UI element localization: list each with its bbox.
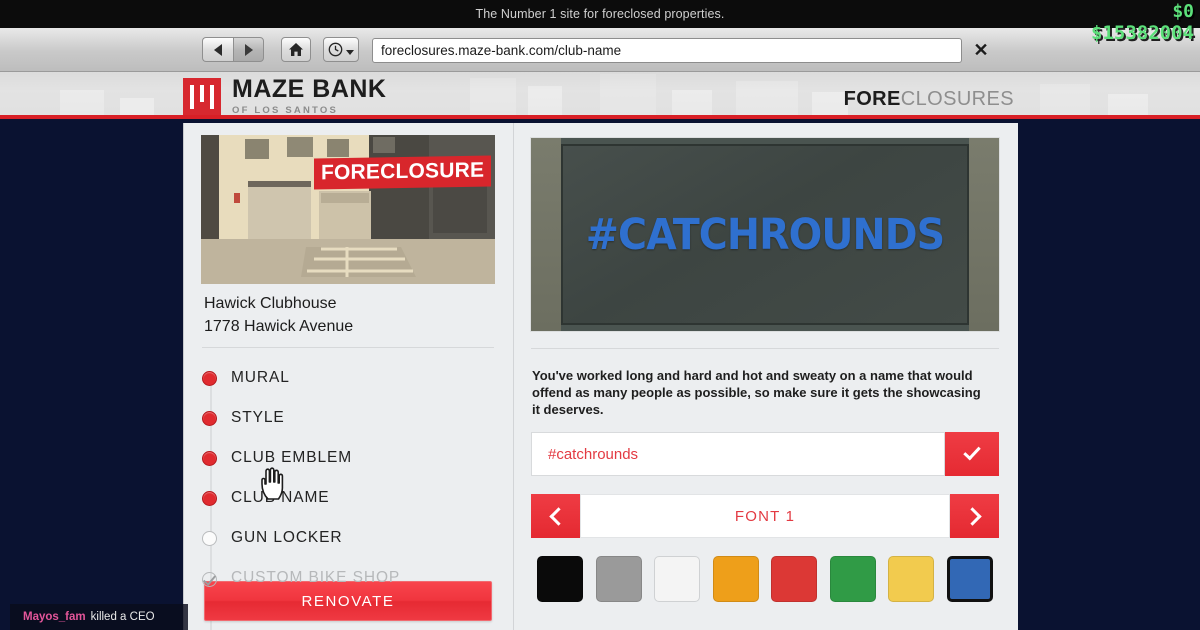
section-title-light: CLOSURES bbox=[900, 88, 1014, 110]
back-button[interactable] bbox=[202, 37, 233, 62]
property-address: 1778 Hawick Avenue bbox=[204, 318, 354, 335]
swatch-cell bbox=[882, 556, 941, 602]
checkmark-icon bbox=[963, 442, 981, 461]
chevron-down-icon bbox=[346, 49, 354, 55]
color-swatch-blue[interactable] bbox=[946, 556, 993, 602]
forward-button[interactable] bbox=[233, 37, 264, 62]
property-title: Hawick Clubhouse bbox=[204, 295, 337, 312]
radio-filled-icon bbox=[202, 450, 217, 466]
confirm-name-button[interactable] bbox=[945, 432, 999, 476]
club-name-input[interactable]: #catchrounds bbox=[531, 432, 945, 476]
option-club-emblem[interactable]: CLUB EMBLEM bbox=[202, 438, 502, 478]
property-panel: FORECLOSURE Hawick Clubhouse 1778 Hawick… bbox=[184, 123, 514, 630]
header-accent-line bbox=[0, 115, 1200, 119]
maze-bank-mark-inner bbox=[190, 84, 214, 109]
maze-bank-mark-icon bbox=[183, 77, 221, 116]
option-label: STYLE bbox=[231, 409, 285, 426]
mural-preview: #CATCHROUNDS bbox=[530, 137, 1000, 332]
divider bbox=[202, 347, 494, 348]
option-label: CUSTOM BIKE SHOP bbox=[231, 569, 401, 586]
color-swatch-black[interactable] bbox=[537, 556, 584, 602]
swatch-cell bbox=[765, 556, 824, 602]
option-mural[interactable]: MURAL bbox=[202, 358, 502, 398]
radio-empty-icon bbox=[202, 530, 217, 546]
swatch-cell bbox=[531, 556, 590, 602]
close-icon[interactable]: ✕ bbox=[966, 38, 996, 63]
radio-filled-icon bbox=[202, 410, 217, 426]
club-name-row: #catchrounds bbox=[531, 432, 999, 476]
section-title-bold: FORE bbox=[843, 88, 901, 110]
editor-description: You've worked long and hard and hot and … bbox=[532, 368, 981, 417]
swatch-cell bbox=[590, 556, 649, 602]
history-button[interactable] bbox=[323, 37, 359, 62]
game-screen: The Number 1 site for foreclosed propert… bbox=[0, 0, 1200, 630]
option-gun-locker[interactable]: GUN LOCKER bbox=[202, 518, 502, 558]
option-club-name[interactable]: CLUB NAME bbox=[202, 478, 502, 518]
option-custom-bike-shop[interactable]: CUSTOM BIKE SHOP bbox=[202, 558, 502, 598]
killfeed-player-name: Mayos_fam bbox=[23, 611, 86, 623]
home-button[interactable] bbox=[281, 37, 311, 62]
killfeed-action-text: killed a CEO bbox=[90, 611, 155, 623]
back-arrow-icon bbox=[214, 43, 222, 56]
option-label: MURAL bbox=[231, 369, 290, 386]
swatch-cell bbox=[824, 556, 883, 602]
color-swatch-orange[interactable] bbox=[712, 556, 759, 602]
color-swatch-yellow[interactable] bbox=[888, 556, 935, 602]
section-title: FORECLOSURES bbox=[844, 88, 1014, 111]
editor-panel: #CATCHROUNDS You've worked long and hard… bbox=[515, 123, 1018, 630]
swatch-cell bbox=[941, 556, 1000, 602]
radio-filled-icon bbox=[202, 490, 217, 506]
option-label: CLUB EMBLEM bbox=[231, 449, 353, 466]
check-circle-icon bbox=[202, 571, 217, 587]
site-tagline-bar: The Number 1 site for foreclosed propert… bbox=[0, 0, 1200, 28]
page-content: FORECLOSURE Hawick Clubhouse 1778 Hawick… bbox=[183, 123, 1018, 630]
mural-club-name-text: #CATCHROUNDS bbox=[585, 209, 945, 260]
browser-nav-group bbox=[202, 37, 264, 62]
divider bbox=[531, 348, 999, 349]
option-label: GUN LOCKER bbox=[231, 529, 343, 546]
maze-bank-logo[interactable]: MAZE BANK OF LOS SANTOS bbox=[183, 77, 387, 116]
site-tagline: The Number 1 site for foreclosed propert… bbox=[475, 7, 725, 21]
site-header: MAZE BANK OF LOS SANTOS FORECLOSURES bbox=[0, 72, 1200, 119]
hud-money-top: $0 bbox=[1172, 1, 1194, 22]
brand-name: MAZE BANK bbox=[232, 75, 387, 103]
home-icon bbox=[289, 43, 303, 56]
killfeed-notification: Mayos_fam killed a CEO bbox=[10, 604, 188, 630]
url-input[interactable]: foreclosures.maze-bank.com/club-name bbox=[372, 38, 962, 63]
property-photo: FORECLOSURE bbox=[201, 135, 495, 284]
skyline-graphic bbox=[0, 72, 1200, 119]
option-label: CLUB NAME bbox=[231, 489, 330, 506]
color-swatch-row bbox=[531, 556, 999, 602]
hud-money-bottom: $15382004 bbox=[1091, 22, 1194, 44]
font-selector-row: FONT 1 bbox=[531, 494, 999, 538]
color-swatch-grey[interactable] bbox=[595, 556, 642, 602]
forward-arrow-icon bbox=[244, 43, 253, 56]
radio-filled-icon bbox=[202, 370, 217, 386]
font-prev-button[interactable] bbox=[531, 494, 580, 538]
swatch-cell bbox=[648, 556, 707, 602]
chevron-right-icon bbox=[962, 506, 982, 526]
clock-history-icon bbox=[328, 42, 343, 57]
color-swatch-red[interactable] bbox=[771, 556, 818, 602]
font-current-label[interactable]: FONT 1 bbox=[580, 494, 950, 538]
color-swatch-green[interactable] bbox=[829, 556, 876, 602]
foreclosure-stamp: FORECLOSURE bbox=[313, 155, 491, 190]
swatch-cell bbox=[707, 556, 766, 602]
brand-text-group: MAZE BANK OF LOS SANTOS bbox=[232, 75, 387, 117]
chevron-left-icon bbox=[548, 506, 568, 526]
font-next-button[interactable] bbox=[950, 494, 999, 538]
color-swatch-white[interactable] bbox=[654, 556, 701, 602]
option-style[interactable]: STYLE bbox=[202, 398, 502, 438]
upgrade-option-list: MURAL STYLE CLUB EMBLEM CLUB NAME GUN LO bbox=[202, 358, 502, 630]
browser-toolbar: foreclosures.maze-bank.com/club-name ✕ bbox=[0, 28, 1200, 72]
